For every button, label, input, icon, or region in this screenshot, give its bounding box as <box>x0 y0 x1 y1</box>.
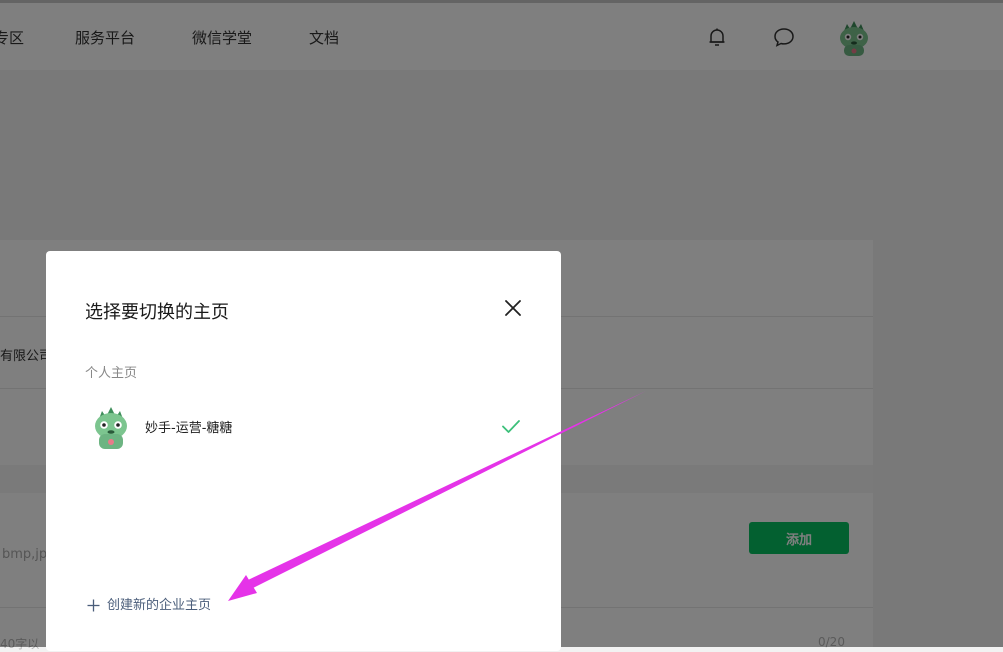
plus-icon <box>87 597 100 611</box>
switch-homepage-dialog: 选择要切换的主页 个人主页 妙手-运营-糖糖 创建新的企业主页 <box>46 251 561 651</box>
dialog-title: 选择要切换的主页 <box>85 302 229 323</box>
create-enterprise-homepage-link[interactable]: 创建新的企业主页 <box>87 593 211 613</box>
close-icon[interactable] <box>501 296 525 320</box>
check-icon <box>500 415 522 437</box>
section-label-personal: 个人主页 <box>85 366 138 381</box>
account-item[interactable]: 妙手-运营-糖糖 <box>85 401 525 457</box>
create-link-label: 创建新的企业主页 <box>107 597 212 613</box>
account-name: 妙手-运营-糖糖 <box>145 421 233 436</box>
account-avatar <box>89 403 133 451</box>
